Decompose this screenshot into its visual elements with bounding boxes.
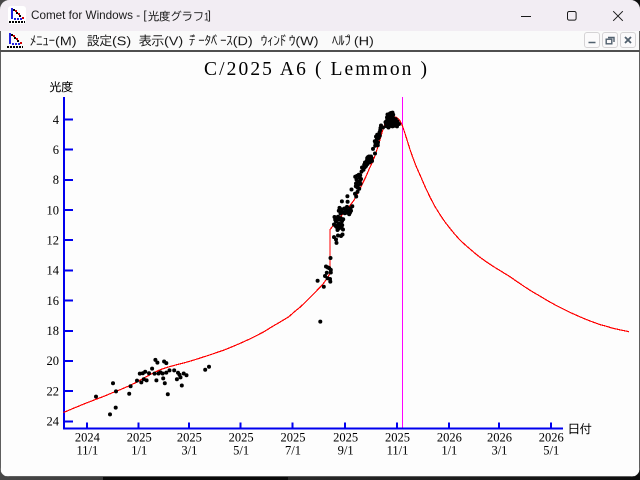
svg-text:7/1: 7/1 — [285, 444, 301, 458]
svg-text:2025: 2025 — [229, 431, 254, 445]
svg-text:12: 12 — [47, 234, 60, 248]
svg-text:2025: 2025 — [385, 431, 410, 445]
svg-text:1/1: 1/1 — [131, 444, 147, 458]
svg-text:2025: 2025 — [281, 431, 306, 445]
svg-text:6: 6 — [53, 143, 59, 157]
svg-text:2026: 2026 — [539, 431, 564, 445]
svg-text:4: 4 — [53, 113, 60, 127]
svg-text:2025: 2025 — [177, 431, 202, 445]
model-light-curve — [64, 117, 630, 413]
svg-text:16: 16 — [47, 294, 60, 308]
svg-text:5/1: 5/1 — [233, 444, 249, 458]
svg-text:24: 24 — [47, 415, 60, 429]
chart-client-area: C/2025 A6 ( Lemmon ) 202411/120251/12025… — [1, 52, 639, 476]
y-tick-labels: 4 6 8 10 12 14 16 18 20 22 24 — [47, 113, 60, 429]
svg-text:11/1: 11/1 — [77, 444, 99, 458]
svg-text:22: 22 — [47, 384, 60, 398]
chart-title: C/2025 A6 ( Lemmon ) — [204, 59, 427, 80]
svg-text:3/1: 3/1 — [491, 444, 507, 458]
svg-text:2025: 2025 — [333, 431, 358, 445]
desktop: {"window":{"title_prefix":"Comet for Win… — [0, 0, 640, 480]
svg-text:5/1: 5/1 — [543, 444, 559, 458]
svg-text:14: 14 — [47, 264, 60, 278]
y-axis-label — [50, 81, 73, 92]
svg-text:8: 8 — [53, 173, 59, 187]
svg-text:2026: 2026 — [437, 431, 462, 445]
svg-text:2024: 2024 — [75, 431, 101, 445]
svg-text:3/1: 3/1 — [181, 444, 197, 458]
x-axis-label — [570, 423, 592, 434]
svg-text:18: 18 — [47, 324, 60, 338]
svg-text:10: 10 — [47, 203, 60, 217]
svg-text:2025: 2025 — [127, 431, 152, 445]
magnitude-chart: C/2025 A6 ( Lemmon ) 202411/120251/12025… — [0, 0, 640, 477]
svg-text:20: 20 — [47, 354, 60, 368]
svg-text:11/1: 11/1 — [387, 444, 409, 458]
svg-text:2026: 2026 — [487, 431, 512, 445]
svg-text:9/1: 9/1 — [338, 444, 354, 458]
observation-points — [94, 111, 401, 417]
svg-text:1/1: 1/1 — [441, 444, 457, 458]
x-tick-labels: 202411/120251/120253/120255/120257/12025… — [75, 431, 564, 458]
app-window: Comet for Windows - []光度グラフ1 ﾒﾆｭｰ(M) 設定(… — [0, 0, 640, 477]
